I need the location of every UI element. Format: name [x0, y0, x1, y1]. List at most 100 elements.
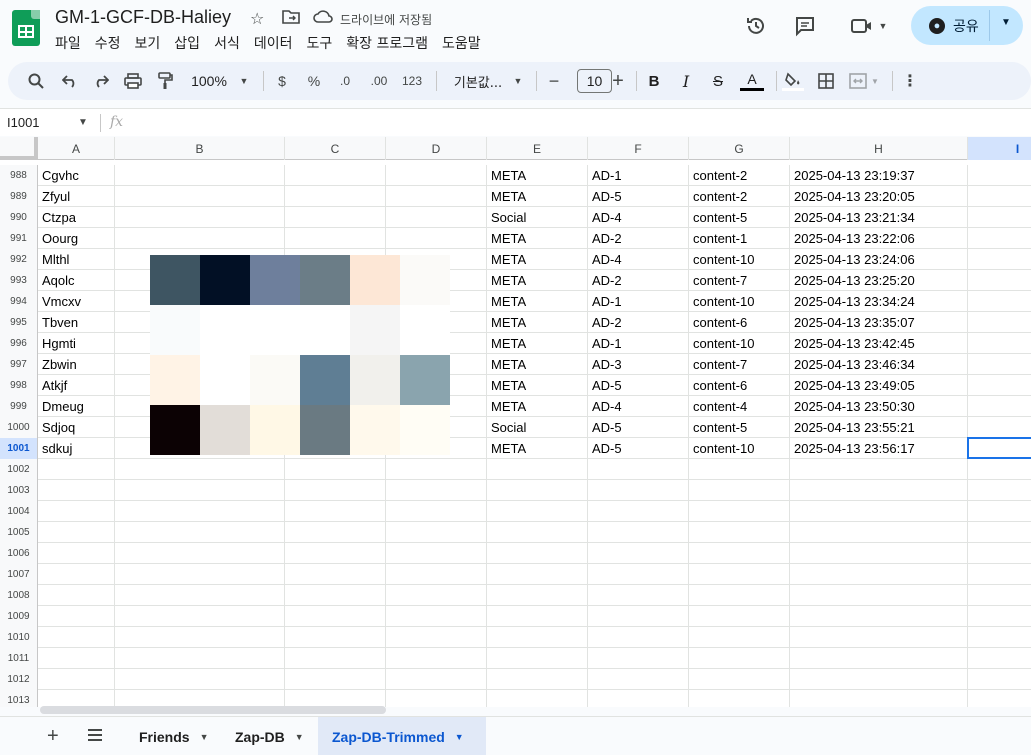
- cell-b[interactable]: [115, 690, 285, 707]
- cell-d[interactable]: [386, 585, 487, 606]
- cell-a[interactable]: Aqolc: [38, 270, 115, 291]
- cell-e[interactable]: [487, 669, 588, 690]
- cell-i[interactable]: [968, 333, 1031, 354]
- cell-b[interactable]: [115, 669, 285, 690]
- cell-c[interactable]: [285, 186, 386, 207]
- cell-h[interactable]: 2025-04-13 23:25:20: [790, 270, 968, 291]
- cell-d[interactable]: [386, 480, 487, 501]
- cell-g[interactable]: content-5: [689, 207, 790, 228]
- cell-a[interactable]: Sdjoq: [38, 417, 115, 438]
- sheet-tab-dropdown-icon[interactable]: ▼: [295, 732, 304, 742]
- cell-e[interactable]: [487, 606, 588, 627]
- cell-i[interactable]: [968, 648, 1031, 669]
- cell-g[interactable]: [689, 480, 790, 501]
- row-header[interactable]: 992: [0, 249, 38, 270]
- zoom-value[interactable]: 100%: [189, 69, 229, 93]
- cell-e[interactable]: META: [487, 249, 588, 270]
- cell-b[interactable]: [115, 648, 285, 669]
- row-header[interactable]: 1004: [0, 501, 38, 522]
- cell-h[interactable]: [790, 669, 968, 690]
- cell-f[interactable]: [588, 480, 689, 501]
- currency-format-button[interactable]: $: [274, 69, 290, 93]
- cell-a[interactable]: [38, 459, 115, 480]
- cell-b[interactable]: [115, 186, 285, 207]
- active-cell-cursor[interactable]: [967, 437, 1031, 459]
- cell-d[interactable]: [386, 669, 487, 690]
- cell-a[interactable]: Hgmti: [38, 333, 115, 354]
- menu-tools[interactable]: 도구: [299, 31, 339, 55]
- cell-b[interactable]: [115, 606, 285, 627]
- cell-g[interactable]: [689, 627, 790, 648]
- cell-b[interactable]: [115, 522, 285, 543]
- cell-a[interactable]: [38, 669, 115, 690]
- cell-i[interactable]: [968, 375, 1031, 396]
- cell-b[interactable]: [115, 564, 285, 585]
- sheet-tab-friends[interactable]: Friends ▼: [125, 717, 223, 755]
- cell-g[interactable]: content-6: [689, 312, 790, 333]
- cell-h[interactable]: 2025-04-13 23:19:37: [790, 165, 968, 186]
- cell-b[interactable]: [115, 459, 285, 480]
- cell-f[interactable]: [588, 627, 689, 648]
- cell-i[interactable]: [968, 522, 1031, 543]
- bold-icon[interactable]: B: [646, 69, 662, 93]
- cell-g[interactable]: [689, 690, 790, 707]
- cell-h[interactable]: 2025-04-13 23:49:05: [790, 375, 968, 396]
- cell-e[interactable]: META: [487, 438, 588, 459]
- cell-a[interactable]: [38, 522, 115, 543]
- row-header[interactable]: 1006: [0, 543, 38, 564]
- cell-h[interactable]: 2025-04-13 23:42:45: [790, 333, 968, 354]
- cell-a[interactable]: sdkuj: [38, 438, 115, 459]
- select-all-corner[interactable]: [0, 137, 38, 160]
- cell-g[interactable]: [689, 459, 790, 480]
- menu-extensions[interactable]: 확장 프로그램: [339, 31, 435, 55]
- cell-b[interactable]: [115, 480, 285, 501]
- cell-g[interactable]: content-10: [689, 333, 790, 354]
- all-sheets-menu-icon[interactable]: [87, 726, 103, 747]
- cell-i[interactable]: [968, 249, 1031, 270]
- increase-decimal-button[interactable]: .00: [366, 69, 392, 93]
- row-header[interactable]: 994: [0, 291, 38, 312]
- cell-f[interactable]: AD-5: [588, 375, 689, 396]
- undo-icon[interactable]: [60, 69, 80, 93]
- cell-f[interactable]: [588, 543, 689, 564]
- decrease-font-size-button[interactable]: −: [546, 69, 562, 93]
- cell-e[interactable]: Social: [487, 207, 588, 228]
- sheet-tab-zap-db-trimmed[interactable]: Zap-DB-Trimmed ▼: [318, 717, 486, 755]
- row-header[interactable]: 1002: [0, 459, 38, 480]
- cell-g[interactable]: content-2: [689, 186, 790, 207]
- cell-b[interactable]: [115, 165, 285, 186]
- row-header[interactable]: 1012: [0, 669, 38, 690]
- cell-e[interactable]: [487, 690, 588, 707]
- comments-icon[interactable]: [791, 12, 819, 40]
- cell-a[interactable]: [38, 564, 115, 585]
- cell-e[interactable]: META: [487, 270, 588, 291]
- meet-video-icon[interactable]: ▼: [846, 12, 892, 40]
- sheet-grid[interactable]: A B C D E F G H I 988 Cgvhc META AD-1 conten…: [0, 137, 1031, 707]
- cell-d[interactable]: [386, 690, 487, 707]
- cell-a[interactable]: Zfyul: [38, 186, 115, 207]
- cell-b[interactable]: [115, 585, 285, 606]
- cell-i[interactable]: [968, 669, 1031, 690]
- cell-e[interactable]: [487, 480, 588, 501]
- cell-a[interactable]: Zbwin: [38, 354, 115, 375]
- cell-e[interactable]: META: [487, 165, 588, 186]
- cell-d[interactable]: [386, 501, 487, 522]
- cell-h[interactable]: [790, 522, 968, 543]
- row-header[interactable]: 1007: [0, 564, 38, 585]
- cell-e[interactable]: [487, 564, 588, 585]
- cell-i[interactable]: [968, 396, 1031, 417]
- cell-c[interactable]: [285, 543, 386, 564]
- cell-h[interactable]: 2025-04-13 23:46:34: [790, 354, 968, 375]
- cell-i[interactable]: [968, 186, 1031, 207]
- cell-c[interactable]: [285, 522, 386, 543]
- redo-icon[interactable]: [91, 69, 111, 93]
- cell-i[interactable]: [968, 690, 1031, 707]
- paint-format-icon[interactable]: [155, 69, 175, 93]
- cell-h[interactable]: [790, 627, 968, 648]
- cell-i[interactable]: [968, 501, 1031, 522]
- cell-e[interactable]: META: [487, 291, 588, 312]
- column-header-e[interactable]: E: [487, 137, 588, 160]
- cell-f[interactable]: AD-5: [588, 186, 689, 207]
- cell-f[interactable]: [588, 585, 689, 606]
- sheet-tab-dropdown-icon[interactable]: ▼: [455, 732, 464, 742]
